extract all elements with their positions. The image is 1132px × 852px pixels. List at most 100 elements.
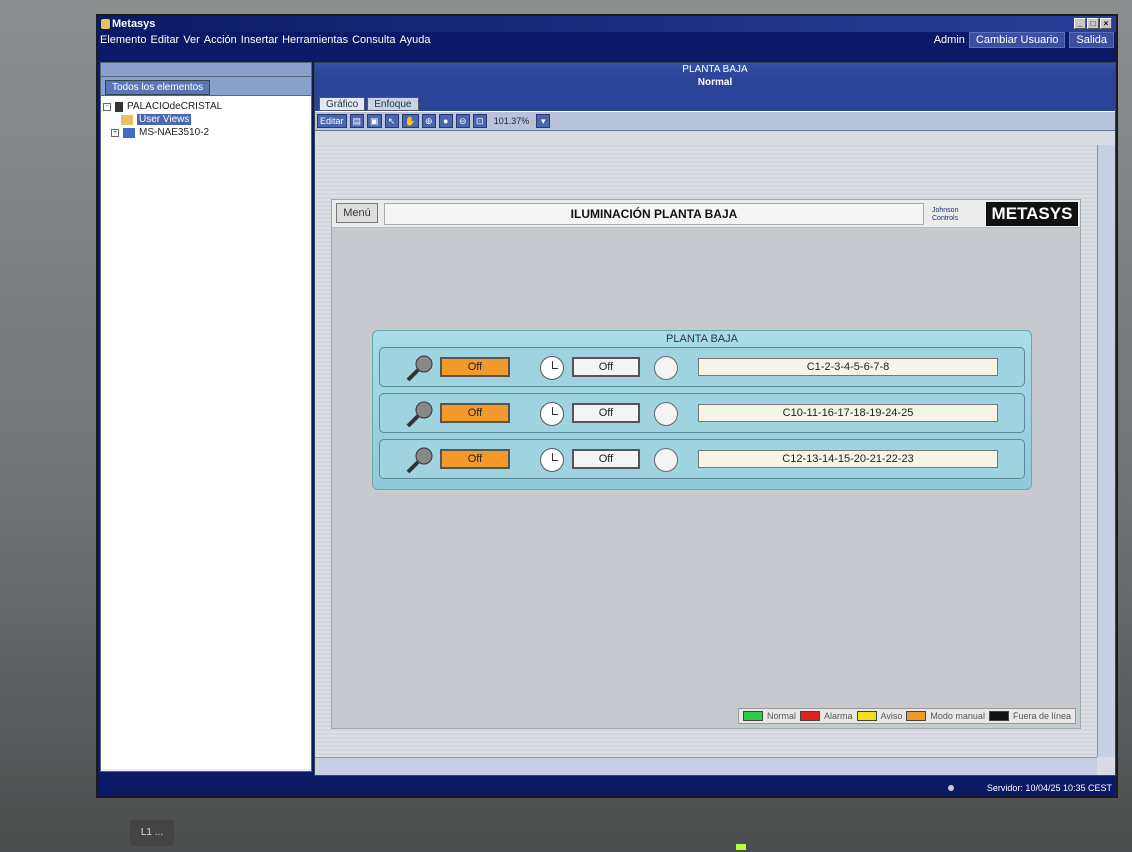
lighting-row: Off Off C1-2-3-4-5-6-7-8 bbox=[379, 347, 1025, 387]
zoom-out-icon[interactable]: ⊖ bbox=[455, 114, 470, 128]
legend-label: Aviso bbox=[880, 711, 903, 721]
print-icon[interactable]: ▤ bbox=[349, 114, 365, 128]
navigation-panel: Todos los elementos - PALACIOdeCRISTAL U… bbox=[100, 62, 312, 772]
pan-icon[interactable]: ✋ bbox=[401, 114, 419, 128]
user-box: Admin Cambiar Usuario Salida bbox=[934, 32, 1114, 48]
status-indicator bbox=[654, 356, 678, 380]
graphic-panel: PLANTA BAJA Normal Gráfico Enfoque Edita… bbox=[314, 62, 1116, 776]
zoom-reset-icon[interactable]: ● bbox=[438, 114, 453, 128]
menu-insertar[interactable]: Insertar bbox=[241, 34, 282, 46]
edit-button[interactable]: Editar bbox=[317, 114, 347, 128]
nav-header bbox=[101, 63, 311, 77]
status-legend: Normal Alarma Aviso Modo manual Fuera de… bbox=[738, 708, 1076, 724]
schedule-state-button[interactable]: Off bbox=[572, 449, 640, 469]
graphic-header: Menú ILUMINACIÓN PLANTA BAJA Johnson Con… bbox=[332, 200, 1080, 228]
legend-label: Alarma bbox=[824, 711, 853, 721]
panel-status: Normal bbox=[315, 77, 1115, 91]
light-state-button[interactable]: Off bbox=[440, 357, 510, 377]
maximize-button[interactable]: □ bbox=[1087, 18, 1099, 29]
app-icon bbox=[101, 19, 110, 29]
clock-icon bbox=[540, 448, 564, 472]
menu-button[interactable]: Menú bbox=[336, 203, 378, 223]
screen: Metasys _ □ × Elemento Editar Ver Acción… bbox=[96, 14, 1118, 798]
light-state-button[interactable]: Off bbox=[440, 403, 510, 423]
graphic-canvas: Menú ILUMINACIÓN PLANTA BAJA Johnson Con… bbox=[315, 145, 1097, 757]
change-user-button[interactable]: Cambiar Usuario bbox=[968, 32, 1066, 48]
user-name: Admin bbox=[933, 34, 965, 46]
menu-herramientas[interactable]: Herramientas bbox=[282, 34, 352, 46]
graphic-title: ILUMINACIÓN PLANTA BAJA bbox=[384, 203, 924, 225]
fit-icon[interactable]: ⊡ bbox=[472, 114, 487, 128]
lightbulb-icon bbox=[406, 447, 433, 474]
connection-icon bbox=[948, 785, 955, 791]
monitor-badge: L1 ... bbox=[130, 820, 174, 846]
minimize-button[interactable]: _ bbox=[1074, 18, 1086, 29]
tree-item-label: PALACIOdeCRISTAL bbox=[127, 101, 223, 112]
menu-ayuda[interactable]: Ayuda bbox=[400, 34, 435, 46]
zoom-dropdown-icon[interactable]: ▾ bbox=[536, 114, 551, 128]
power-led bbox=[736, 844, 746, 850]
status-indicator bbox=[654, 402, 678, 426]
lighting-group: PLANTA BAJA Off Off C1-2-3-4-5-6-7-8 Off bbox=[372, 330, 1032, 490]
group-title: PLANTA BAJA bbox=[666, 333, 738, 345]
legend-swatch-aviso bbox=[856, 711, 877, 721]
schedule-state-button[interactable]: Off bbox=[572, 403, 640, 423]
status-indicator bbox=[654, 448, 678, 472]
menu-accion[interactable]: Acción bbox=[204, 34, 241, 46]
collapse-icon[interactable]: - bbox=[103, 102, 111, 111]
light-state-button[interactable]: Off bbox=[440, 449, 510, 469]
legend-label: Fuera de línea bbox=[1012, 711, 1071, 721]
tab-enfoque[interactable]: Enfoque bbox=[367, 97, 419, 111]
lightbulb-icon bbox=[406, 401, 433, 428]
navigation-tree: - PALACIOdeCRISTAL User Views + MS-NAE35… bbox=[101, 95, 311, 769]
status-bar: Servidor: 10/04/25 10:35 CEST bbox=[314, 780, 1116, 796]
legend-swatch-alarma bbox=[800, 711, 821, 721]
tree-item-nae[interactable]: + MS-NAE3510-2 bbox=[103, 126, 309, 139]
pointer-icon[interactable]: ↖ bbox=[384, 114, 399, 128]
server-time: Servidor: 10/04/25 10:35 CEST bbox=[986, 783, 1112, 793]
lighting-row: Off Off C10-11-16-17-18-19-24-25 bbox=[379, 393, 1025, 433]
device-icon bbox=[123, 127, 135, 138]
metasys-logo: METASYS bbox=[986, 202, 1078, 226]
graphic-toolbar: Editar ▤ ▣ ↖ ✋ ⊕ ● ⊖ ⊡ 101.37% ▾ bbox=[315, 111, 1115, 131]
preview-icon[interactable]: ▣ bbox=[367, 114, 382, 128]
tab-all-items[interactable]: Todos los elementos bbox=[105, 80, 211, 95]
menu-ver[interactable]: Ver bbox=[183, 34, 204, 46]
panel-title: PLANTA BAJA bbox=[315, 63, 1115, 77]
lightbulb-icon bbox=[406, 355, 433, 382]
legend-swatch-manual bbox=[906, 711, 927, 721]
vertical-scrollbar[interactable] bbox=[1097, 145, 1115, 757]
exit-button[interactable]: Salida bbox=[1069, 32, 1114, 48]
schedule-state-button[interactable]: Off bbox=[572, 357, 640, 377]
window-titlebar: Metasys _ □ × bbox=[98, 16, 1116, 32]
legend-label: Normal bbox=[767, 711, 797, 721]
horizontal-scrollbar[interactable] bbox=[315, 757, 1097, 775]
menu-consulta[interactable]: Consulta bbox=[352, 34, 399, 46]
building-icon bbox=[115, 101, 123, 112]
legend-swatch-normal bbox=[743, 711, 764, 721]
tree-item-label: MS-NAE3510-2 bbox=[139, 127, 210, 138]
tree-item-palacio[interactable]: - PALACIOdeCRISTAL bbox=[103, 100, 309, 113]
graphic-view: Menú ILUMINACIÓN PLANTA BAJA Johnson Con… bbox=[331, 199, 1081, 729]
tree-item-label: User Views bbox=[137, 114, 192, 125]
legend-swatch-offline bbox=[988, 711, 1009, 721]
johnson-controls-logo: Johnson Controls bbox=[932, 207, 959, 222]
panel-tabs: Gráfico Enfoque bbox=[315, 91, 1115, 111]
window-title: Metasys bbox=[112, 18, 156, 30]
clock-icon bbox=[540, 402, 564, 426]
tree-item-user-views[interactable]: User Views bbox=[103, 113, 309, 126]
menu-editar[interactable]: Editar bbox=[150, 34, 183, 46]
expand-icon[interactable]: + bbox=[111, 128, 119, 137]
menu-elemento[interactable]: Elemento bbox=[100, 34, 150, 46]
circuit-label: C12-13-14-15-20-21-22-23 bbox=[698, 450, 998, 468]
circuit-label: C10-11-16-17-18-19-24-25 bbox=[698, 404, 998, 422]
zoom-level: 101.37% bbox=[493, 116, 530, 126]
close-button[interactable]: × bbox=[1100, 18, 1112, 29]
zoom-in-icon[interactable]: ⊕ bbox=[421, 114, 436, 128]
folder-icon bbox=[121, 114, 133, 125]
lighting-row: Off Off C12-13-14-15-20-21-22-23 bbox=[379, 439, 1025, 479]
tab-grafico[interactable]: Gráfico bbox=[319, 97, 366, 111]
clock-icon bbox=[540, 356, 564, 380]
circuit-label: C1-2-3-4-5-6-7-8 bbox=[698, 358, 998, 376]
legend-label: Modo manual bbox=[930, 711, 985, 721]
